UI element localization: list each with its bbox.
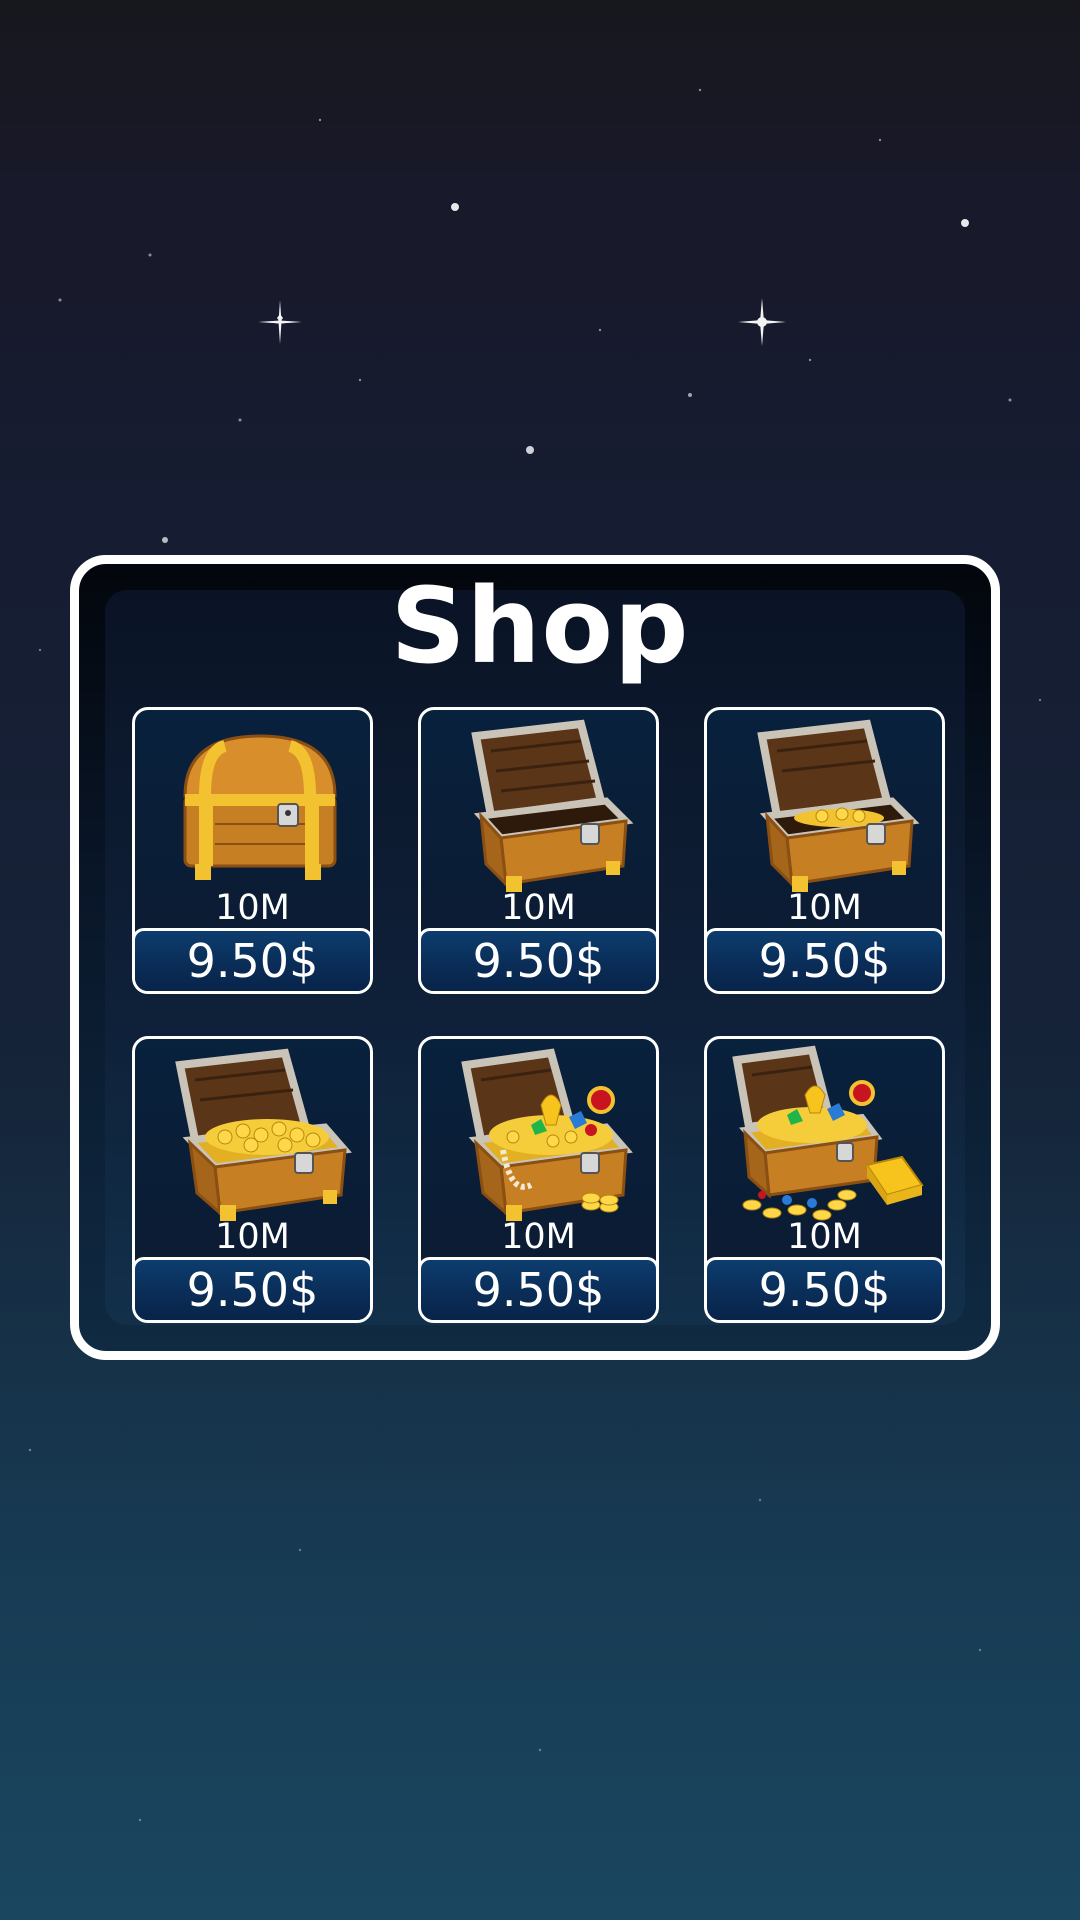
shop-item-card-1[interactable]: 10M 9.50$	[132, 707, 373, 994]
shop-item-card-5[interactable]: 10M 9.50$	[418, 1036, 659, 1323]
item-amount: 10M	[215, 1217, 290, 1257]
empty-open-chest-icon	[471, 719, 634, 892]
item-amount: 10M	[501, 888, 576, 928]
item-amount: 10M	[215, 888, 290, 928]
shop-item-card-2[interactable]: 10M 9.50$	[418, 707, 659, 994]
closed-chest-icon	[183, 734, 337, 880]
buy-button[interactable]: 9.50$	[421, 928, 656, 991]
item-amount: 10M	[787, 1217, 862, 1257]
item-amount: 10M	[787, 888, 862, 928]
shop-item-card-4[interactable]: 10M 9.50$	[132, 1036, 373, 1323]
buy-button[interactable]: 9.50$	[421, 1257, 656, 1320]
chest-full-coins-icon	[175, 1048, 352, 1221]
shop-title: Shop	[390, 565, 690, 687]
item-amount: 10M	[501, 1217, 576, 1257]
chest-treasure-gold-bar-icon	[732, 1045, 924, 1221]
chest-jewels-icon	[461, 1048, 633, 1221]
buy-button[interactable]: 9.50$	[707, 1257, 942, 1320]
chest-few-coins-icon	[757, 719, 920, 892]
buy-button[interactable]: 9.50$	[707, 928, 942, 991]
shop-item-card-3[interactable]: 10M 9.50$	[704, 707, 945, 994]
buy-button[interactable]: 9.50$	[135, 1257, 370, 1320]
shop-item-card-6[interactable]: 10M 9.50$	[704, 1036, 945, 1323]
buy-button[interactable]: 9.50$	[135, 928, 370, 991]
